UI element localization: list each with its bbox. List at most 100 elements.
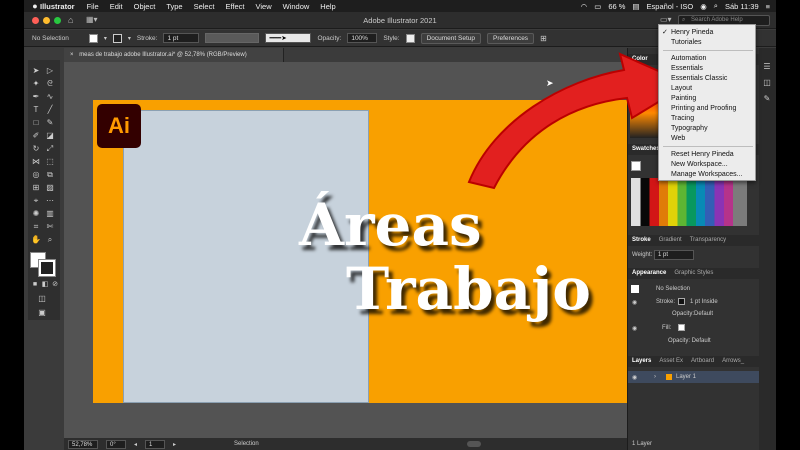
tab-stroke[interactable]: Stroke — [632, 235, 651, 246]
title-line-2[interactable]: Trabajo — [346, 260, 591, 318]
weight-field[interactable]: 1 pt — [654, 250, 694, 260]
line-tool-icon[interactable]: ╱ — [45, 105, 55, 115]
workspace-layout[interactable]: Layout — [671, 84, 692, 93]
menu-edit[interactable]: Edit — [110, 2, 123, 11]
tab-appearance[interactable]: Appearance — [632, 268, 666, 279]
layer-visibility-icon[interactable]: ◉ — [632, 374, 637, 381]
libraries-panel-icon[interactable]: ◫ — [762, 78, 772, 88]
scale-tool-icon[interactable]: ⤢ — [45, 144, 55, 154]
hand-tool-icon[interactable]: ✋ — [31, 235, 41, 245]
apple-icon[interactable]: ● — [30, 1, 40, 11]
stroke-visibility-icon[interactable]: ◉ — [632, 299, 637, 306]
shaper-tool-icon[interactable]: ✐ — [31, 131, 41, 141]
tab-arrows[interactable]: Arrows_ — [722, 356, 744, 367]
color-mode-icon[interactable]: ■ — [30, 280, 40, 290]
gradient-tool-icon[interactable]: ▨ — [45, 183, 55, 193]
horizontal-scrollbar-thumb[interactable] — [466, 441, 481, 447]
brush-definition[interactable]: ━━━➤ — [265, 33, 312, 43]
tab-layers[interactable]: Layers — [632, 356, 651, 367]
shape-builder-tool-icon[interactable]: ◎ — [31, 170, 41, 180]
free-transform-tool-icon[interactable]: ⬚ — [45, 157, 55, 167]
screen-mode-icon[interactable]: ▣ — [37, 308, 47, 318]
appearance-stroke-swatch[interactable] — [678, 298, 685, 305]
menu-app-name[interactable]: Illustrator — [40, 2, 75, 11]
appearance-stroke-value[interactable]: 1 pt Inside — [690, 299, 718, 305]
gradient-mode-icon[interactable]: ◧ — [40, 280, 50, 290]
flag-icon[interactable]: ▤ — [632, 2, 639, 11]
width-tool-icon[interactable]: ⋈ — [31, 157, 41, 167]
zoom-tool-icon[interactable]: ⌕ — [45, 235, 55, 245]
drawing-modes-icon[interactable]: ◫ — [37, 294, 47, 304]
fill-visibility-icon[interactable]: ◉ — [632, 325, 637, 332]
tab-swatches[interactable]: Swatches — [632, 144, 660, 155]
column-graph-tool-icon[interactable]: ▥ — [45, 209, 55, 219]
wifi-icon[interactable]: ◠ — [581, 2, 588, 11]
stroke-color-box[interactable] — [38, 259, 56, 277]
menu-object[interactable]: Object — [134, 2, 156, 11]
appearance-fill-label[interactable]: Fill: — [662, 325, 671, 331]
appearance-opacity-value[interactable]: Default — [694, 311, 713, 317]
direct-selection-tool-icon[interactable]: ▷ — [45, 66, 55, 76]
fill-swatch[interactable] — [88, 33, 98, 43]
tab-transparency[interactable]: Transparency — [690, 235, 726, 246]
fill-dropdown-icon[interactable]: ▾ — [104, 35, 107, 42]
workspace-essentials-classic[interactable]: Essentials Classic — [671, 74, 727, 83]
symbol-sprayer-tool-icon[interactable]: ✺ — [31, 209, 41, 219]
artboard-nav-icon[interactable]: ◂ — [134, 441, 137, 448]
document-setup-button[interactable]: Document Setup — [420, 32, 482, 44]
arrange-icon[interactable]: ⊞ — [540, 34, 547, 43]
opacity-label[interactable]: Opacity: — [317, 35, 341, 42]
rotate-tool-icon[interactable]: ↻ — [31, 144, 41, 154]
opacity-field[interactable]: 100% — [347, 33, 378, 43]
workspace-web[interactable]: Web — [671, 134, 685, 143]
stroke-swatch[interactable] — [112, 33, 122, 43]
blend-tool-icon[interactable]: ⋯ — [45, 196, 55, 206]
menu-view[interactable]: View — [255, 2, 271, 11]
appearance-stroke-label[interactable]: Stroke: — [656, 299, 675, 305]
paintbrush-tool-icon[interactable]: ✎ — [45, 118, 55, 128]
workspace-switcher-icon[interactable]: ▭▾ — [660, 15, 672, 24]
appearance-opacity-label[interactable]: Opacity: — [672, 311, 694, 317]
workspace-printing-proofing[interactable]: Printing and Proofing — [671, 104, 736, 113]
menu-select[interactable]: Select — [194, 2, 215, 11]
menu-window[interactable]: Window — [283, 2, 310, 11]
workspace-henry-pineda[interactable]: Henry Pineda — [671, 28, 713, 37]
swatch-grid[interactable] — [631, 178, 747, 226]
layer-row[interactable]: ◉ › Layer 1 — [628, 371, 760, 383]
menu-help[interactable]: Help — [320, 2, 335, 11]
workspace-typography[interactable]: Typography — [671, 124, 708, 133]
preferences-button[interactable]: Preferences — [487, 32, 535, 44]
eraser-tool-icon[interactable]: ◪ — [45, 131, 55, 141]
artboard[interactable]: Ai Áreas Trabajo — [93, 100, 633, 403]
tab-graphic-styles[interactable]: Graphic Styles — [674, 268, 713, 279]
pen-tool-icon[interactable]: ✒ — [31, 92, 41, 102]
appearance-opacity2[interactable]: Opacity: Default — [668, 338, 711, 344]
appearance-fill-swatch[interactable] — [678, 324, 685, 331]
canvas-area[interactable]: Ai Áreas Trabajo — [64, 62, 645, 438]
swatches-fill[interactable] — [631, 161, 641, 171]
brushes-panel-icon[interactable]: ✎ — [762, 94, 772, 104]
mesh-tool-icon[interactable]: ⊞ — [31, 183, 41, 193]
artboard-next-icon[interactable]: ▸ — [173, 441, 176, 448]
tab-asset-export[interactable]: Asset Ex — [659, 356, 683, 367]
curvature-tool-icon[interactable]: ∿ — [45, 92, 55, 102]
magic-wand-tool-icon[interactable]: ✦ — [31, 79, 41, 89]
document-tab[interactable]: × meas de trabajo adobe Illustrator.ai* … — [64, 48, 284, 62]
close-tab-icon[interactable]: × — [70, 52, 74, 58]
workspace-reset[interactable]: Reset Henry Pineda — [671, 150, 734, 159]
artboard-number-field[interactable]: 1 — [145, 439, 166, 449]
layer-name[interactable]: Layer 1 — [676, 374, 696, 380]
workspace-tutoriales[interactable]: Tutoriales — [671, 38, 701, 47]
properties-panel-icon[interactable]: ☰ — [762, 62, 772, 72]
menu-file[interactable]: File — [87, 2, 99, 11]
type-tool-icon[interactable]: T — [31, 105, 41, 115]
variable-width-profile[interactable] — [205, 33, 260, 43]
graphic-style-swatch[interactable] — [405, 33, 415, 43]
battery-icon[interactable]: ▭ — [594, 2, 601, 11]
rectangle-tool-icon[interactable]: □ — [31, 118, 41, 128]
color-panel-stroke[interactable] — [636, 74, 646, 84]
siri-icon[interactable]: ◉ — [700, 2, 707, 11]
control-center-icon[interactable]: ≡ — [766, 2, 770, 11]
stroke-weight-field[interactable]: 1 pt — [163, 33, 200, 43]
perspective-grid-tool-icon[interactable]: ⧉ — [45, 170, 55, 180]
